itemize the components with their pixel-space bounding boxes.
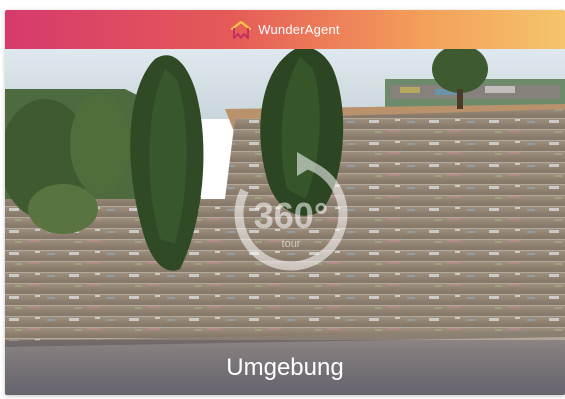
brand-name: WunderAgent [258, 22, 340, 37]
360-tour-icon[interactable]: 360° tour [227, 150, 355, 278]
brand: WunderAgent [230, 20, 340, 40]
panorama-card[interactable]: WunderAgent 360° tour Umgebung [5, 10, 565, 395]
badge-tour-label: tour [282, 238, 301, 250]
badge-360-label: 360° [254, 195, 328, 236]
caption-label: Umgebung [226, 353, 344, 381]
caption-bar: Umgebung [5, 340, 565, 395]
house-logo-icon [231, 20, 252, 39]
brand-header: WunderAgent [5, 10, 565, 49]
